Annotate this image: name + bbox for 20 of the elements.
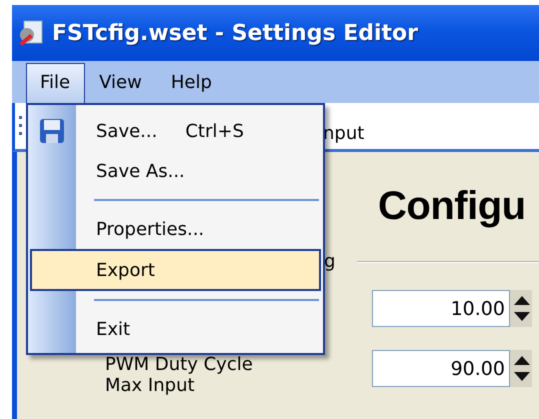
spin-down-icon[interactable] <box>512 311 532 323</box>
heading: Configu <box>378 184 527 228</box>
spin-up-icon[interactable] <box>512 354 532 366</box>
grip-icon[interactable] <box>18 115 23 137</box>
menu-item[interactable]: Properties... <box>28 209 323 249</box>
number-field[interactable]: 90.00 <box>372 350 510 387</box>
menu-item[interactable]: Exit <box>28 309 323 349</box>
number-field[interactable]: 10.00 <box>372 290 510 327</box>
spin-down-icon[interactable] <box>512 371 532 383</box>
toolbar-label: nput <box>323 122 364 144</box>
menu-item[interactable]: Save... Ctrl+S <box>28 111 323 151</box>
field-label: PWM Duty Cycle Max Input <box>105 354 254 396</box>
group-label: g <box>324 254 336 270</box>
window-title: FSTcfig.wset - Settings Editor <box>52 20 418 46</box>
menu-item[interactable]: View <box>85 62 157 102</box>
menu-item[interactable]: File <box>26 62 86 104</box>
menu-item[interactable]: Help <box>156 62 227 102</box>
menu-item[interactable]: Export <box>30 249 321 291</box>
spin-up-icon[interactable] <box>512 294 532 306</box>
menu-item[interactable]: Save As... <box>28 151 323 191</box>
